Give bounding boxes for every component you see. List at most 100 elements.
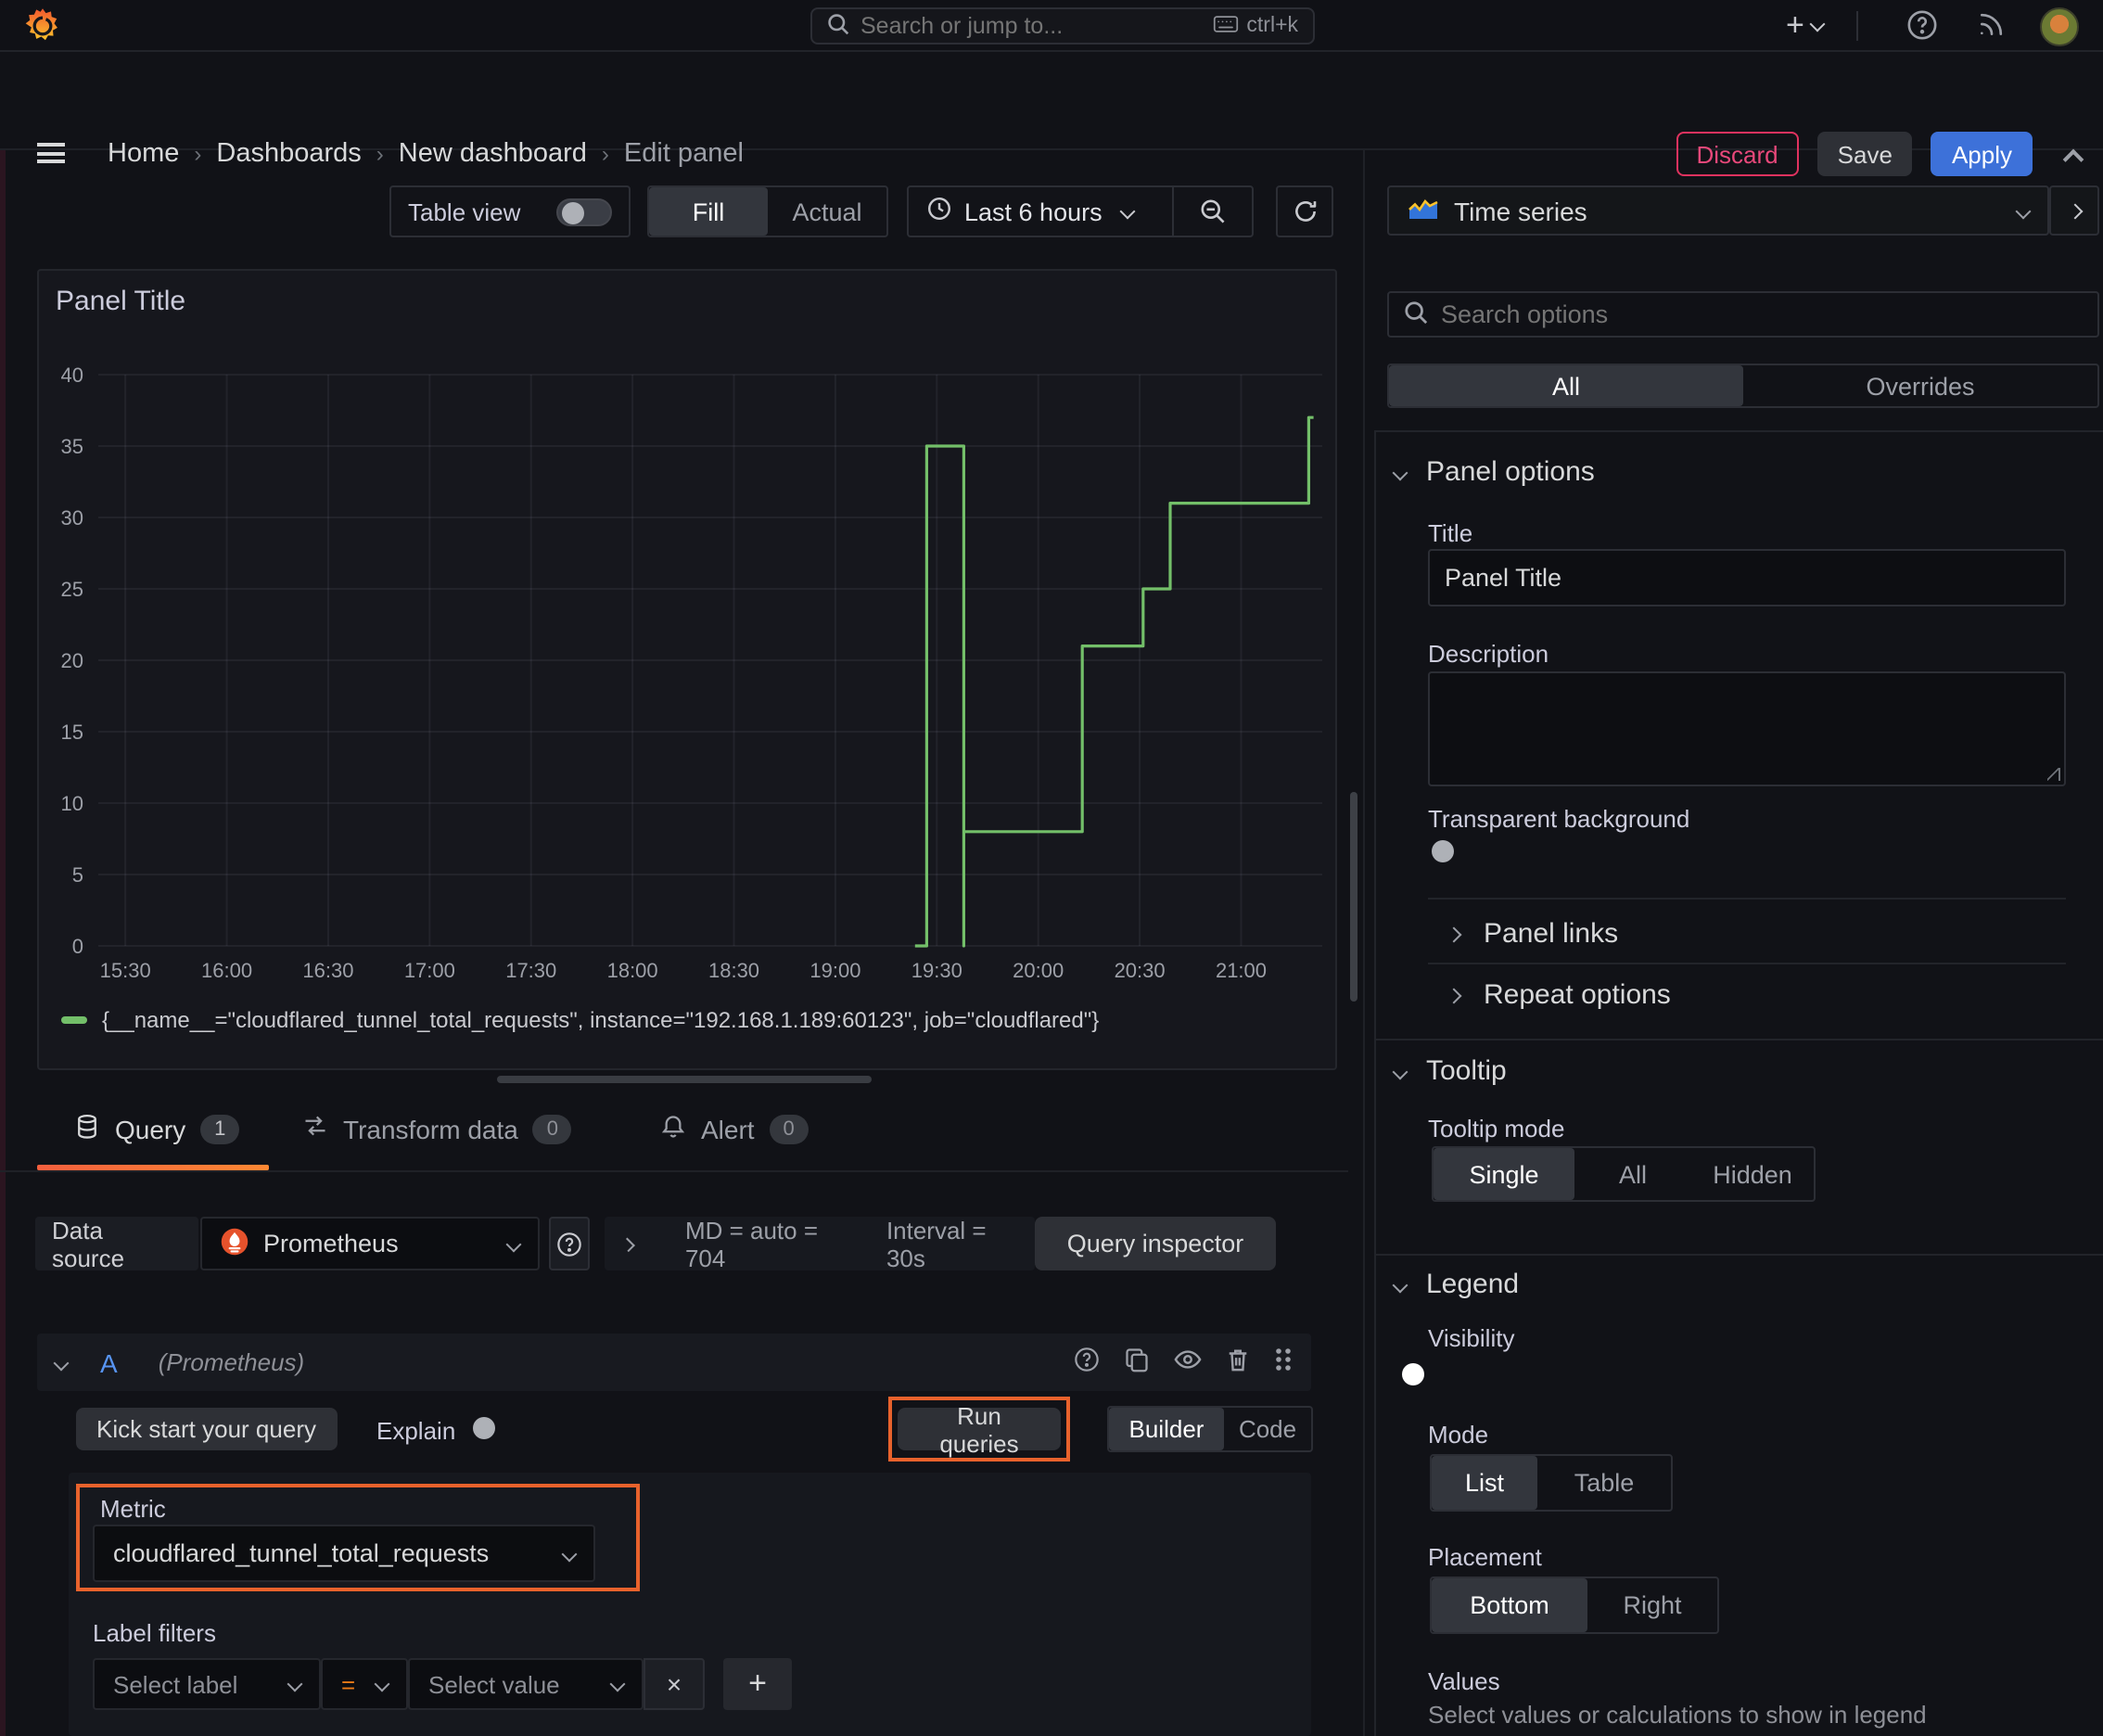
delete-query-icon[interactable] bbox=[1226, 1347, 1250, 1378]
builder-code-group: Builder Code bbox=[1107, 1406, 1313, 1452]
operator-dropdown[interactable]: = bbox=[321, 1658, 408, 1710]
table-view-toggle[interactable] bbox=[556, 198, 612, 225]
tooltip-hidden-option[interactable]: Hidden bbox=[1691, 1148, 1814, 1200]
global-search-input[interactable] bbox=[860, 13, 1139, 39]
hide-query-icon[interactable] bbox=[1174, 1347, 1202, 1378]
save-button[interactable]: Save bbox=[1816, 132, 1913, 176]
chevron-down-icon bbox=[287, 1676, 303, 1692]
timeseries-viz-icon bbox=[1408, 196, 1439, 225]
duplicate-query-icon[interactable] bbox=[1124, 1347, 1150, 1378]
time-range-button[interactable]: Last 6 hours bbox=[909, 187, 1172, 236]
description-textarea[interactable] bbox=[1428, 671, 2066, 786]
add-button[interactable]: + bbox=[1786, 9, 1826, 41]
datasource-help-button[interactable] bbox=[549, 1217, 590, 1270]
options-search[interactable] bbox=[1387, 291, 2099, 338]
tab-query-count: 1 bbox=[200, 1115, 240, 1144]
select-value-dropdown[interactable]: Select value bbox=[408, 1658, 644, 1710]
database-icon bbox=[74, 1113, 100, 1146]
tab-transform[interactable]: Transform data 0 bbox=[302, 1113, 572, 1144]
legend-header[interactable]: Legend bbox=[1392, 1269, 1520, 1300]
resize-handle[interactable] bbox=[497, 1076, 872, 1082]
apply-button[interactable]: Apply bbox=[1931, 132, 2033, 176]
fill-option[interactable]: Fill bbox=[649, 187, 768, 236]
query-inspector-button[interactable]: Query inspector bbox=[1035, 1217, 1276, 1270]
tooltip-header[interactable]: Tooltip bbox=[1392, 1055, 1507, 1087]
tooltip-single-option[interactable]: Single bbox=[1434, 1148, 1574, 1200]
toggle-viz-pane-button[interactable] bbox=[2049, 185, 2099, 236]
breadcrumb-new-dashboard[interactable]: New dashboard bbox=[399, 139, 587, 169]
left-edge-strip bbox=[0, 50, 6, 1736]
query-ds-hint: (Prometheus) bbox=[158, 1348, 305, 1376]
panel-title-input[interactable] bbox=[1428, 549, 2066, 606]
legend-swatch bbox=[61, 1015, 87, 1025]
svg-text:5: 5 bbox=[72, 863, 83, 887]
tab-query[interactable]: Query 1 bbox=[74, 1113, 240, 1146]
legend-list-option[interactable]: List bbox=[1432, 1456, 1537, 1510]
table-view-control[interactable]: Table view bbox=[389, 185, 631, 237]
code-option[interactable]: Code bbox=[1224, 1408, 1311, 1450]
query-row-header[interactable]: A (Prometheus) bbox=[37, 1334, 1311, 1391]
svg-text:0: 0 bbox=[72, 935, 83, 958]
options-tabs: All Overrides bbox=[1387, 364, 2099, 408]
legend-item[interactable]: {__name__="cloudflared_tunnel_total_requ… bbox=[61, 1007, 1099, 1033]
tab-alert[interactable]: Alert 0 bbox=[660, 1113, 809, 1146]
legend-table-option[interactable]: Table bbox=[1537, 1456, 1671, 1510]
panel-links-header[interactable]: Panel links bbox=[1446, 918, 1619, 950]
metric-label: Metric bbox=[100, 1495, 166, 1523]
global-search[interactable]: ctrl+k bbox=[810, 7, 1315, 45]
tooltip-all-option[interactable]: All bbox=[1574, 1148, 1691, 1200]
breadcrumb-home[interactable]: Home bbox=[108, 139, 179, 169]
svg-text:15:30: 15:30 bbox=[100, 959, 151, 982]
values-label: Values bbox=[1428, 1667, 1500, 1695]
select-label-dropdown[interactable]: Select label bbox=[93, 1658, 321, 1710]
svg-text:20: 20 bbox=[61, 649, 83, 672]
breadcrumb-edit-panel: Edit panel bbox=[623, 139, 744, 169]
placement-bottom-option[interactable]: Bottom bbox=[1432, 1578, 1587, 1632]
chevron-down-icon bbox=[1120, 203, 1137, 220]
svg-text:18:00: 18:00 bbox=[607, 959, 658, 982]
news-feed-icon[interactable] bbox=[1977, 9, 2007, 45]
tab-all[interactable]: All bbox=[1389, 365, 1743, 406]
breadcrumb-dashboards[interactable]: Dashboards bbox=[216, 139, 361, 169]
svg-text:19:30: 19:30 bbox=[911, 959, 962, 982]
builder-option[interactable]: Builder bbox=[1109, 1408, 1224, 1450]
discard-button[interactable]: Discard bbox=[1676, 132, 1799, 176]
collapse-query-icon[interactable] bbox=[53, 1354, 70, 1371]
add-filter-button[interactable]: + bbox=[723, 1658, 792, 1710]
query-help-icon[interactable] bbox=[1074, 1347, 1100, 1378]
svg-text:21:00: 21:00 bbox=[1216, 959, 1267, 982]
refresh-button[interactable] bbox=[1276, 185, 1333, 237]
grafana-logo[interactable] bbox=[22, 6, 63, 46]
mode-label: Mode bbox=[1428, 1421, 1489, 1449]
tab-overrides[interactable]: Overrides bbox=[1743, 365, 2097, 406]
svg-text:30: 30 bbox=[61, 506, 83, 530]
svg-text:16:00: 16:00 bbox=[201, 959, 252, 982]
svg-text:25: 25 bbox=[61, 578, 83, 601]
options-search-input[interactable] bbox=[1441, 300, 1997, 328]
menu-toggle[interactable] bbox=[37, 143, 65, 163]
remove-filter-button[interactable]: × bbox=[644, 1658, 705, 1710]
avatar[interactable] bbox=[2040, 6, 2079, 45]
query-options-row[interactable]: MD = auto = 704 Interval = 30s bbox=[605, 1216, 1035, 1271]
datasource-picker[interactable]: Prometheus bbox=[200, 1217, 540, 1270]
run-queries-button[interactable]: Run queries bbox=[898, 1401, 1061, 1457]
actual-option[interactable]: Actual bbox=[768, 187, 886, 236]
placement-right-option[interactable]: Right bbox=[1587, 1578, 1717, 1632]
repeat-options-header[interactable]: Repeat options bbox=[1446, 979, 1671, 1011]
chevron-down-icon bbox=[1809, 15, 1826, 32]
legend-heading: Legend bbox=[1426, 1269, 1520, 1300]
scrollbar-thumb[interactable] bbox=[1349, 792, 1357, 1002]
zoom-out-button[interactable] bbox=[1174, 187, 1252, 236]
panel-links-heading: Panel links bbox=[1484, 918, 1619, 950]
drag-handle-icon[interactable] bbox=[1274, 1347, 1293, 1378]
textarea-resize-grip[interactable] bbox=[2047, 768, 2060, 781]
chevron-down-icon bbox=[374, 1676, 390, 1692]
kickstart-button[interactable]: Kick start your query bbox=[76, 1408, 337, 1450]
metric-select[interactable]: cloudflared_tunnel_total_requests bbox=[93, 1525, 595, 1582]
help-button[interactable] bbox=[1906, 9, 1938, 46]
collapse-header-button[interactable] bbox=[2062, 136, 2084, 172]
viz-picker[interactable]: Time series bbox=[1387, 185, 2049, 236]
chart-panel[interactable]: Panel Title 0 5 10 15 20 25 30 35 40 15:30 16:00 16… bbox=[37, 269, 1337, 1070]
panel-options-header[interactable]: Panel options bbox=[1392, 456, 1595, 488]
svg-text:16:30: 16:30 bbox=[302, 959, 353, 982]
